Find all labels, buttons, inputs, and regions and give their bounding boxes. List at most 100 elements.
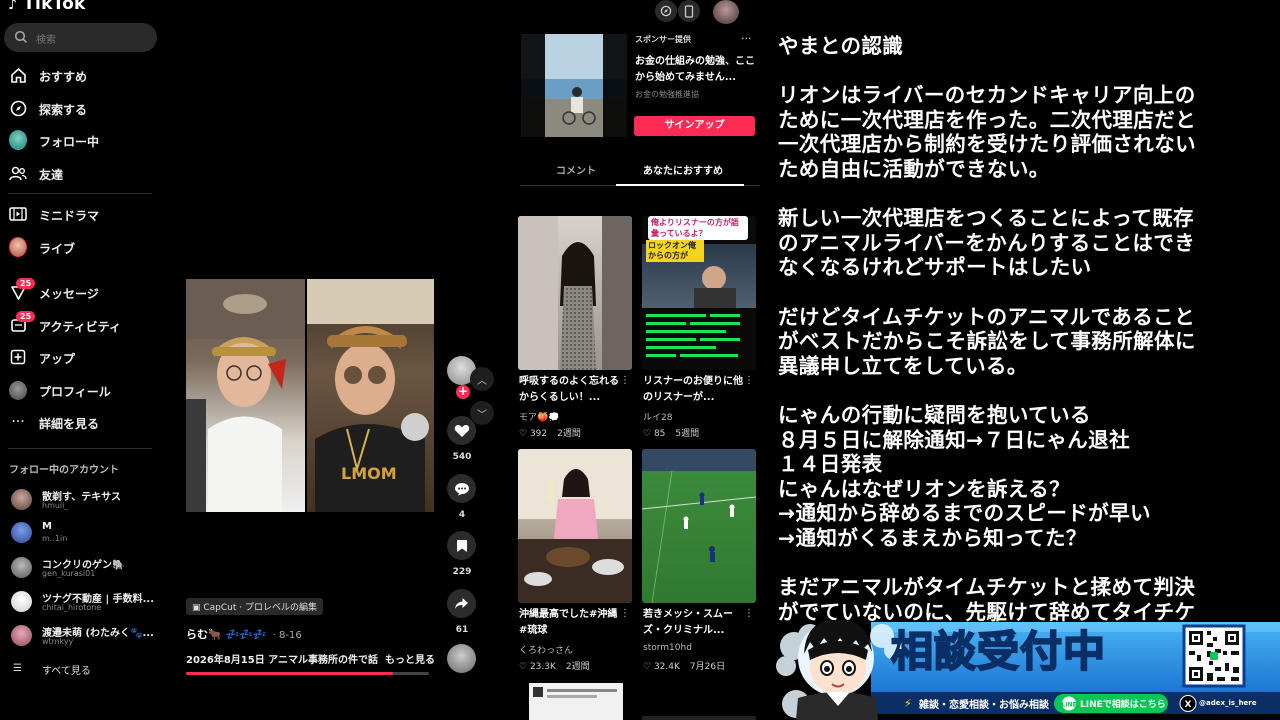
more-link[interactable]: もっと見る [385, 655, 435, 666]
follow-plus-icon[interactable]: + [456, 385, 470, 399]
tab-recommended[interactable]: あなたにおすすめ [643, 162, 723, 177]
heart-icon: ♡ [643, 662, 652, 672]
video-right-frame: LMOM [307, 279, 434, 512]
nav-item-profile[interactable]: プロフィール [0, 377, 160, 403]
search-icon [14, 30, 28, 44]
tiktok-logo[interactable]: ♪ TikTok [8, 0, 86, 14]
video-thumbnail-partial[interactable] [529, 683, 623, 720]
consultation-banner: LINE X ⚡ 相談受付中 雑談・恋愛相談・お悩み相談 LINEで相談はこちら… [776, 606, 1280, 720]
upload-icon [9, 348, 27, 366]
notes-line: →通知がくるまえから知ってた？ [778, 526, 1087, 550]
search-placeholder: 検索 [36, 35, 56, 46]
video-thumbnail-partial[interactable] [642, 716, 756, 720]
video-card[interactable]: 沖縄最高でした#沖縄#琉球 ⋮ くろわっさん ♡ 23.3K 2週間 [518, 449, 632, 672]
video-description: 2026年8月15日 アニマル事務所の件で話 もっと見る [186, 655, 435, 666]
message-badge: 25 [16, 278, 36, 289]
heart-icon: ♡ [643, 429, 652, 439]
screen: ♪ TikTok 検索 おすすめ 探索する フォロー中 友達 ミニドラマ ライブ… [0, 0, 1280, 720]
card-more-icon[interactable]: ⋮ [620, 608, 630, 619]
avatar [11, 591, 32, 612]
sidebar: ♪ TikTok 検索 おすすめ 探索する フォロー中 友達 ミニドラマ ライブ… [0, 0, 165, 720]
heart-icon: ♡ [519, 662, 528, 672]
svg-text:LINE: LINE [1061, 702, 1076, 709]
video-thumbnail: 俺よりリスナーの方が語彙っているよ？ ロックオン俺からの方が [642, 216, 756, 370]
sound-avatar[interactable] [447, 644, 476, 673]
capcut-tag[interactable]: ▣ CapCut · プロレベルの編集 [186, 598, 323, 615]
video-player[interactable]: LMOM [186, 279, 434, 512]
card-more-icon[interactable]: ⋮ [744, 608, 754, 619]
nav-item-activity[interactable]: 25 アクティビティ [0, 311, 160, 338]
following-avatar [9, 130, 27, 150]
ad-title[interactable]: お金の仕組みの勉強、ここから始めてみません... [635, 54, 755, 86]
list-icon: ☰ [13, 663, 22, 674]
ad-more-icon[interactable]: ··· [741, 32, 752, 45]
comment-count: 4 [458, 510, 466, 520]
following-accounts-title: フォロー中のアカウント [9, 465, 119, 476]
nav-item-more[interactable]: ··· 詳細を見る [0, 409, 160, 435]
tab-comments[interactable]: コメント [556, 162, 596, 177]
compass-icon [660, 5, 672, 17]
profile-avatar [9, 380, 27, 400]
following-account[interactable]: 散剃す、テキサス hmuii_ [0, 486, 160, 514]
avatar [11, 522, 32, 543]
nav-item-foryou[interactable]: おすすめ [0, 62, 160, 88]
x-handle: @adex_is_here [1199, 699, 1257, 707]
chevron-up-icon: ︿ [477, 375, 487, 387]
like-count: 540 [452, 452, 472, 462]
bookmark-icon [456, 539, 467, 552]
scroll-down-button[interactable]: ﹀ [470, 401, 494, 425]
live-avatar [9, 237, 27, 257]
nav-item-explore[interactable]: 探索する [0, 95, 160, 121]
ad-thumbnail[interactable] [521, 34, 627, 137]
activity-badge: 25 [16, 311, 36, 322]
video-thumbnail [642, 449, 756, 603]
nav-item-live[interactable]: ライブ [0, 234, 160, 260]
nav-item-messages[interactable]: 25 メッセージ [0, 278, 160, 305]
banner-title: 相談受付中 [890, 626, 1107, 677]
sidebar-divider [8, 193, 152, 194]
nav-item-minidrama[interactable]: ミニドラマ [0, 201, 160, 227]
ad-advertiser: お金の勉強推進協 [635, 90, 699, 99]
following-account[interactable]: コンクリのゲン🐘 gen_kurasi01 [0, 554, 160, 582]
nav-item-friends[interactable]: 友達 [0, 160, 160, 186]
video-progress-bar[interactable] [186, 672, 429, 675]
following-account[interactable]: 渡邉未萌 (わたみく🐾... wtmkyy [0, 622, 160, 650]
video-card[interactable]: 俺よりリスナーの方が語彙っているよ？ ロックオン俺からの方が リスナーのお便りに… [642, 216, 756, 439]
video-left-frame [186, 279, 305, 512]
friends-icon [9, 164, 27, 182]
video-progress-fill [186, 672, 393, 675]
signup-button[interactable]: サインアップ [634, 116, 755, 136]
search-input[interactable]: 検索 [4, 23, 157, 52]
heart-icon [454, 424, 469, 437]
video-username[interactable]: らむ🐂 💤💤💤 · 8-16 [186, 626, 302, 642]
card-more-icon[interactable]: ⋮ [620, 375, 630, 386]
compass-button[interactable] [655, 0, 677, 22]
device-button[interactable] [678, 0, 700, 22]
svg-text:LMOM: LMOM [341, 464, 397, 483]
scroll-up-button[interactable]: ︿ [470, 367, 494, 391]
active-tab-indicator [616, 184, 744, 186]
following-account[interactable]: ツナグ不動産 | 手数料... chitai_hirotone [0, 588, 160, 616]
nav-item-upload[interactable]: アップ [0, 344, 160, 370]
comment-button[interactable] [447, 474, 476, 503]
like-button[interactable] [447, 416, 476, 445]
following-account[interactable]: M m..1in [0, 519, 160, 547]
video-card[interactable]: 若きメッシ・スムーズ・クリミナル... ⋮ storm10hd ♡ 32.4K 7… [642, 449, 756, 672]
svg-text:⚡: ⚡ [904, 697, 912, 710]
notes-line: やまとの認識 [778, 34, 904, 58]
user-avatar[interactable] [713, 0, 739, 24]
svg-text:X: X [1185, 700, 1192, 710]
share-count: 61 [455, 625, 469, 635]
home-icon [9, 66, 27, 84]
notes-line: 異議申し立てをしている。 [778, 353, 1028, 378]
save-button[interactable] [447, 531, 476, 560]
card-more-icon[interactable]: ⋮ [744, 375, 754, 386]
video-card[interactable]: 呼吸するのよく忘れるからくるしい！... ⋮ モア🍑💭 ♡ 392 2週間 [518, 216, 632, 439]
nav-item-following[interactable]: フォロー中 [0, 127, 160, 153]
video-thumbnail [518, 449, 632, 603]
sidebar-divider [8, 448, 152, 449]
line-consult-button[interactable]: LINEで相談はこちら [1080, 697, 1166, 710]
compass-icon [9, 99, 27, 117]
share-button[interactable] [447, 589, 476, 618]
more-icon: ··· [11, 414, 25, 430]
